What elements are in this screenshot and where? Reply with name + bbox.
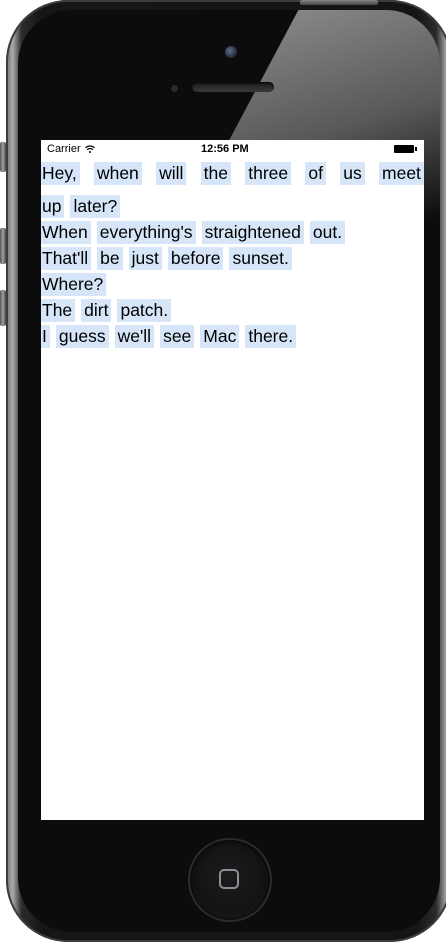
device-screen: Carrier 12:56 PM Hey, when will the three of u… <box>41 140 424 820</box>
highlighted-word: I <box>41 325 50 348</box>
status-bar: Carrier 12:56 PM <box>41 140 424 158</box>
text-line: That'll be just before sunset. <box>41 247 424 270</box>
highlighted-word: guess <box>55 325 109 348</box>
highlighted-word: everything's <box>96 221 196 244</box>
highlighted-word: sunset. <box>229 247 292 270</box>
highlighted-word: of <box>305 162 326 185</box>
highlighted-word: the <box>200 162 231 185</box>
volume-down-button <box>0 290 6 326</box>
text-line: When everything's straightened out. <box>41 221 424 244</box>
highlighted-word: we'll <box>114 325 155 348</box>
text-view[interactable]: Hey, when will the three of us meet up later? When… <box>41 162 424 351</box>
text-line: The dirt patch. <box>41 299 424 322</box>
highlighted-word: will <box>156 162 187 185</box>
carrier-indicator: Carrier <box>47 143 95 155</box>
sleep-wake-button <box>300 0 378 5</box>
highlighted-word: patch. <box>117 299 172 322</box>
text-line: Where? <box>41 273 424 296</box>
highlighted-word: later? <box>70 195 121 218</box>
carrier-label: Carrier <box>47 143 81 155</box>
text-line: Iguess we'll see Mac there. <box>41 325 424 348</box>
highlighted-word: dirt <box>81 299 112 322</box>
highlighted-word: there. <box>245 325 297 348</box>
highlighted-word: before <box>167 247 224 270</box>
volume-up-button <box>0 228 6 264</box>
highlighted-word: when <box>93 162 142 185</box>
highlighted-word: out. <box>309 221 346 244</box>
highlighted-word: us <box>340 162 365 185</box>
front-camera-icon <box>225 46 237 58</box>
wifi-icon <box>84 145 95 153</box>
highlighted-word: Hey, <box>41 162 80 185</box>
highlighted-word: up <box>41 195 65 218</box>
text-line: Hey, when will the three of us meet <box>41 162 424 185</box>
proximity-sensor <box>171 85 178 92</box>
home-button-square-icon <box>219 869 239 889</box>
mute-switch <box>0 142 6 172</box>
stage: Carrier 12:56 PM Hey, when will the three of u… <box>0 0 446 942</box>
highlighted-word: Where? <box>41 273 107 296</box>
status-time: 12:56 PM <box>201 143 249 155</box>
highlighted-word: meet <box>379 162 424 185</box>
text-line: up later? <box>41 195 424 218</box>
highlighted-word: Mac <box>200 325 240 348</box>
highlighted-word: three <box>245 162 292 185</box>
highlighted-word: That'll <box>41 247 92 270</box>
highlighted-word: straightened <box>201 221 304 244</box>
home-button[interactable] <box>190 840 270 920</box>
highlighted-word: be <box>97 247 123 270</box>
battery-icon <box>394 145 417 153</box>
highlighted-word: The <box>41 299 76 322</box>
highlighted-word: see <box>160 325 195 348</box>
highlighted-word: When <box>41 221 91 244</box>
earpiece-speaker <box>192 82 274 92</box>
highlighted-word: just <box>128 247 162 270</box>
